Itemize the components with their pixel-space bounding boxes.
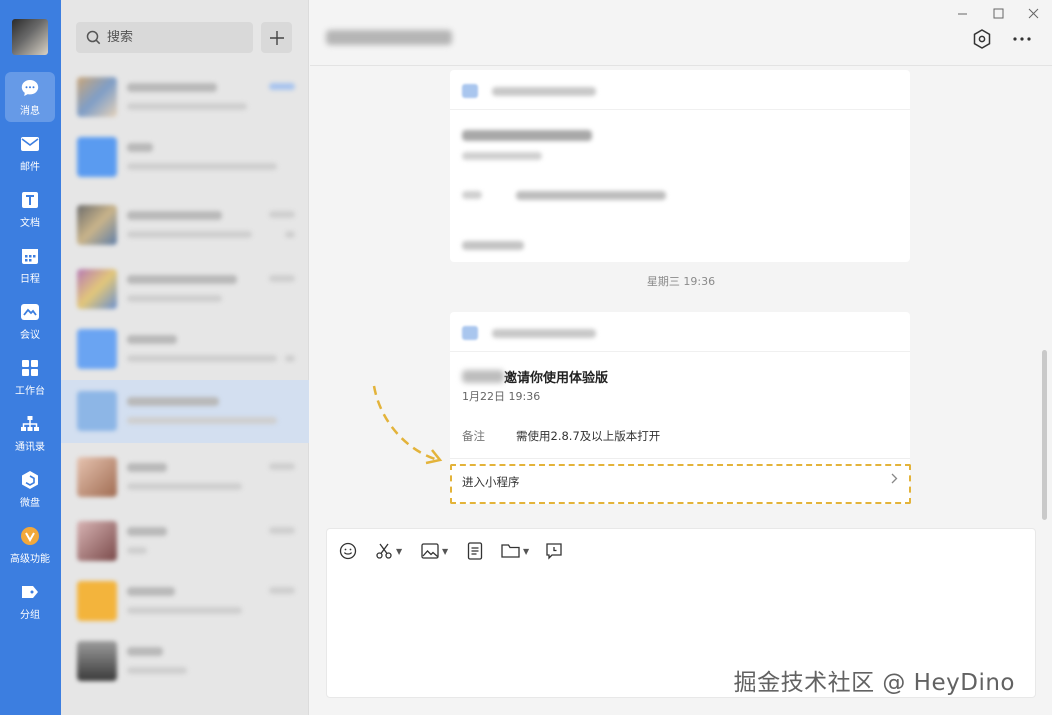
meeting-icon <box>19 301 41 323</box>
document-button[interactable] <box>467 541 483 561</box>
document-icon <box>19 189 41 211</box>
enter-mini-program-label: 进入小程序 <box>462 475 520 489</box>
search-input[interactable] <box>107 30 237 45</box>
nav-label: 通讯录 <box>15 442 45 453</box>
workbench-grid-icon <box>19 357 41 379</box>
conversation-item[interactable] <box>61 630 309 693</box>
user-avatar[interactable] <box>12 19 48 55</box>
card-note-label: 备注 <box>462 429 485 443</box>
conversation-item[interactable] <box>61 570 309 633</box>
close-button[interactable] <box>1022 4 1044 22</box>
nav-item-mail[interactable]: 邮件 <box>5 128 55 178</box>
contacts-tree-icon <box>19 413 41 435</box>
hexagon-settings-icon <box>973 29 991 49</box>
folder-button[interactable]: ▼ <box>501 541 529 561</box>
emoji-button[interactable] <box>339 541 357 561</box>
mail-icon <box>19 133 41 155</box>
nav-item-contacts[interactable]: 通讯录 <box>5 408 55 458</box>
tag-icon <box>19 581 41 603</box>
nav-item-docs[interactable]: 文档 <box>5 184 55 234</box>
caret-down-icon[interactable]: ▼ <box>442 547 448 556</box>
caret-down-icon[interactable]: ▼ <box>396 547 402 556</box>
mini-program-card[interactable]: 邀请你使用体验版 1月22日 19:36 备注 需使用2.8.7及以上版本打开 … <box>450 312 910 504</box>
card-title: 邀请你使用体验版 <box>462 367 608 386</box>
chat-settings-button[interactable] <box>970 27 994 51</box>
image-button[interactable]: ▼ <box>421 541 448 561</box>
conversation-item[interactable] <box>61 258 309 321</box>
add-button[interactable] <box>261 22 292 53</box>
emoji-icon <box>339 542 357 560</box>
watermark-text: 掘金技术社区 @ HeyDino <box>733 670 1015 696</box>
chat-history-button[interactable] <box>545 541 563 561</box>
nav-label: 邮件 <box>20 162 40 173</box>
card-note-value: 需使用2.8.7及以上版本打开 <box>516 429 661 443</box>
conversation-item[interactable] <box>61 510 309 573</box>
nav-label: 文档 <box>20 218 40 229</box>
annotation-arrow-icon <box>372 385 443 465</box>
nav-label: 会议 <box>20 330 40 341</box>
chevron-right-icon <box>891 473 898 487</box>
nav-item-calendar[interactable]: 日程 <box>5 240 55 290</box>
scrollbar-thumb[interactable] <box>1042 350 1047 520</box>
conversation-item[interactable] <box>61 318 309 381</box>
more-dots-icon <box>1013 37 1031 41</box>
calendar-icon <box>19 245 41 267</box>
nav-rail: 消息 邮件 文档 日程 会议 工作台 通讯录 微盘 高级功能 分组 <box>0 0 61 715</box>
search-box[interactable] <box>76 22 253 53</box>
message-composer[interactable]: ▼ ▼ ▼ 掘金技术社区 @ HeyDino <box>326 528 1036 698</box>
conversation-item[interactable] <box>61 66 309 129</box>
more-button[interactable] <box>1010 27 1034 51</box>
close-icon <box>1028 8 1038 18</box>
conversation-item[interactable] <box>61 126 309 189</box>
nav-label: 消息 <box>20 106 40 117</box>
scissors-icon <box>376 543 392 559</box>
message-bubble-icon <box>19 77 41 99</box>
nav-item-meeting[interactable]: 会议 <box>5 296 55 346</box>
card-date: 1月22日 19:36 <box>462 390 541 403</box>
mini-program-card-previous <box>450 70 910 262</box>
nav-label: 工作台 <box>15 386 45 397</box>
file-text-icon <box>467 542 483 560</box>
nav-item-drive[interactable]: 微盘 <box>5 464 55 514</box>
screenshot-button[interactable]: ▼ <box>375 541 402 561</box>
message-timestamp: 星期三 19:36 <box>646 275 716 288</box>
chat-panel: 星期三 19:36 邀请你使用体验版 1月22日 19:36 备注 需使用2.8… <box>310 0 1052 715</box>
minimize-button[interactable] <box>951 4 973 22</box>
chat-header <box>310 0 1052 66</box>
nav-item-workbench[interactable]: 工作台 <box>5 352 55 402</box>
conversation-list <box>61 0 309 715</box>
search-icon <box>86 30 101 45</box>
nav-item-messages[interactable]: 消息 <box>5 72 55 122</box>
image-icon <box>421 543 439 559</box>
nav-item-premium[interactable]: 高级功能 <box>5 520 55 570</box>
conversation-item[interactable] <box>61 194 309 257</box>
conversation-item[interactable] <box>61 446 309 509</box>
conversation-item-selected[interactable] <box>61 380 309 443</box>
nav-label: 分组 <box>20 610 40 621</box>
premium-v-icon <box>19 525 41 547</box>
maximize-button[interactable] <box>987 4 1009 22</box>
plus-icon <box>269 30 284 45</box>
nav-label: 日程 <box>20 274 40 285</box>
drive-icon <box>19 469 41 491</box>
clock-message-icon <box>546 543 562 560</box>
minimize-icon <box>957 13 967 14</box>
maximize-icon <box>993 8 1003 18</box>
chat-title <box>326 30 452 45</box>
folder-icon <box>501 544 520 558</box>
nav-item-groups[interactable]: 分组 <box>5 576 55 626</box>
nav-label: 微盘 <box>20 498 40 509</box>
enter-mini-program-link[interactable]: 进入小程序 <box>450 458 910 500</box>
caret-down-icon[interactable]: ▼ <box>523 547 529 556</box>
nav-label: 高级功能 <box>10 554 50 565</box>
